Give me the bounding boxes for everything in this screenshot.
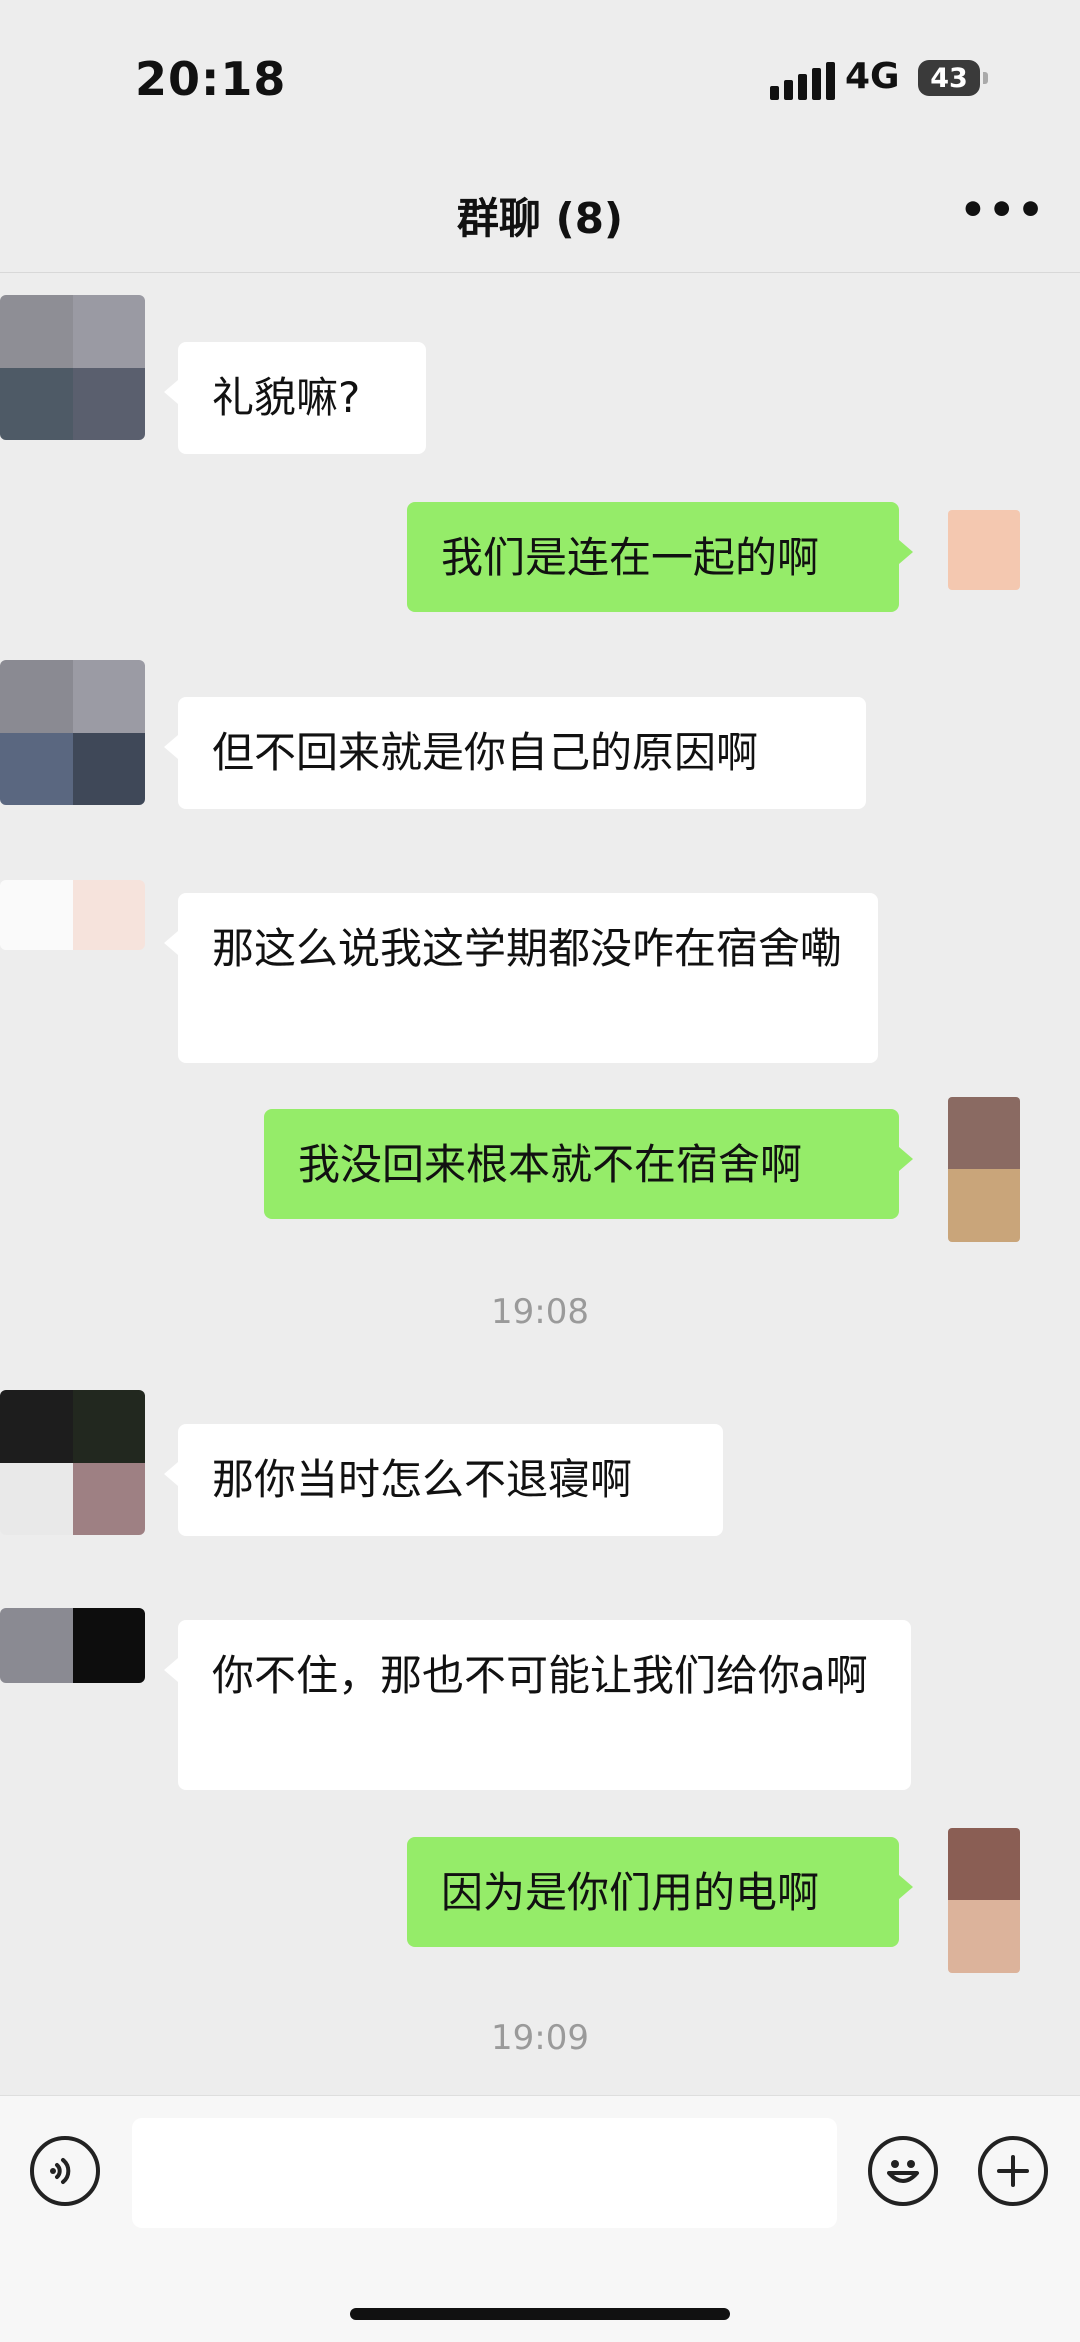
message-bubble[interactable]: 因为是你们用的电啊 (407, 1837, 913, 1947)
avatar[interactable] (948, 1097, 1020, 1242)
avatar[interactable] (0, 1390, 145, 1535)
input-bar (0, 2095, 1080, 2342)
message-bubble[interactable]: 但不回来就是你自己的原因啊 (164, 697, 866, 809)
status-bar: 20:18 4G 43 (0, 0, 1080, 150)
avatar[interactable] (948, 1828, 1020, 1973)
avatar[interactable] (0, 1608, 145, 1683)
status-time: 20:18 (135, 52, 287, 106)
message-bubble[interactable]: 那这么说我这学期都没咋在宿舍嘞 (164, 893, 878, 1063)
voice-icon[interactable] (30, 2136, 100, 2206)
message-bubble[interactable]: 礼貌嘛? (164, 342, 426, 454)
message-bubble[interactable]: 那你当时怎么不退寝啊 (164, 1424, 723, 1536)
network-type: 4G (845, 56, 900, 97)
message-bubble[interactable]: 我没回来根本就不在宿舍啊 (264, 1109, 913, 1219)
message-input[interactable] (132, 2118, 837, 2228)
avatar[interactable] (948, 510, 1020, 590)
more-dots-icon[interactable]: ••• (959, 185, 1046, 234)
home-indicator[interactable] (350, 2308, 730, 2320)
message-bubble[interactable]: 我们是连在一起的啊 (407, 502, 913, 612)
signal-icon (770, 62, 835, 100)
timestamp: 19:08 (491, 1292, 589, 1332)
avatar[interactable] (0, 880, 145, 950)
message-bubble[interactable]: 你不住，那也不可能让我们给你a啊 (164, 1620, 911, 1790)
chat-title: 群聊 (8) (456, 194, 624, 243)
avatar[interactable] (0, 295, 145, 440)
avatar[interactable] (0, 660, 145, 805)
chat-header: 群聊 (8) ••• (0, 150, 1080, 273)
emoji-icon[interactable] (868, 2136, 938, 2206)
voice-wave-icon (50, 2158, 71, 2184)
timestamp: 19:09 (491, 2018, 589, 2058)
battery-icon: 43 (918, 60, 988, 96)
plus-icon[interactable] (978, 2136, 1048, 2206)
